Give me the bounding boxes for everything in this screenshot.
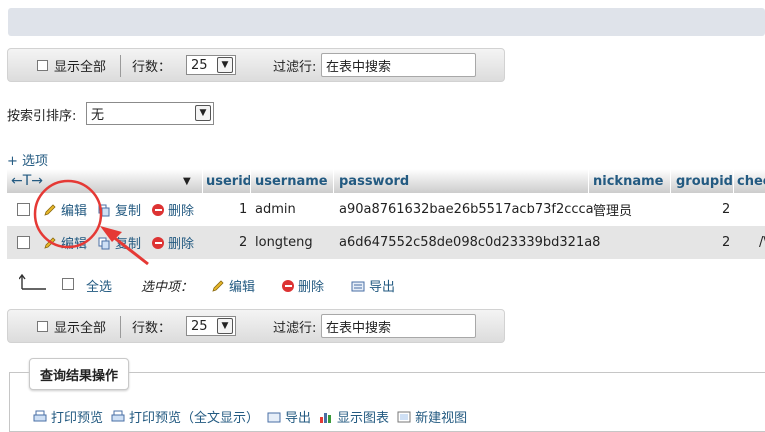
column-header-username[interactable]: username	[255, 169, 328, 193]
nav-separator	[120, 55, 121, 77]
table-header: ←T→ ▼ userid username password nickname …	[7, 169, 765, 193]
row-checkbox[interactable]	[17, 236, 30, 249]
show-all-label: 显示全部	[54, 59, 107, 75]
bulk-export-action[interactable]: 导出	[351, 276, 395, 295]
printer-icon	[33, 410, 47, 421]
options-link[interactable]: + 选项	[7, 150, 48, 169]
sort-label: 按索引排序:	[7, 108, 77, 124]
rows-label: 行数：	[132, 59, 172, 75]
top-strip	[0, 0, 765, 38]
show-all-checkbox[interactable]	[37, 59, 48, 71]
delete-icon	[152, 236, 164, 249]
column-header-password[interactable]: password	[339, 169, 409, 193]
show-all-control[interactable]: 显示全部	[37, 49, 106, 81]
delete-icon	[282, 279, 294, 292]
print-view-link[interactable]: 打印预览	[33, 407, 103, 426]
cell-username: admin	[255, 202, 296, 217]
delete-icon	[152, 203, 164, 216]
column-nav-arrows[interactable]: ←T→	[11, 169, 43, 193]
printer-icon	[111, 410, 125, 421]
filter-input[interactable]: 在表中搜索	[321, 314, 476, 338]
rows-label: 行数：	[132, 320, 172, 336]
view-icon	[397, 411, 411, 422]
filter-input[interactable]: 在表中搜索	[321, 53, 476, 77]
chart-icon	[320, 412, 332, 423]
query-operations-links: 打印预览 打印预览（全文显示） 导出 显示图表 新建视图	[33, 407, 467, 426]
show-all-label: 显示全部	[54, 320, 107, 336]
filter-label: 过滤行:	[273, 59, 317, 75]
cell-userid: 1	[239, 202, 248, 217]
column-header-nickname[interactable]: nickname	[593, 169, 663, 193]
copy-action[interactable]: 复制	[97, 226, 141, 259]
cell-nickname: 管理员	[593, 204, 633, 219]
delete-action[interactable]: 删除	[152, 226, 194, 259]
copy-action[interactable]: 复制	[97, 193, 141, 226]
column-header-chec[interactable]: chec	[737, 169, 765, 193]
table-row: 编辑 复制 删除 1 admin a90a8761632bae26b5517ac…	[7, 193, 765, 226]
arrow-up-icon	[18, 273, 47, 290]
column-header-groupid[interactable]: groupid	[676, 169, 733, 193]
table-row: 编辑 复制 删除 2 longteng a6d647552c58de098c0d…	[7, 226, 765, 259]
column-header-userid[interactable]: userid	[206, 169, 252, 193]
copy-icon	[98, 204, 110, 216]
pencil-icon	[44, 236, 56, 249]
sort-dropdown-icon[interactable]: ▼	[183, 169, 191, 193]
cell-groupid: 2	[722, 202, 731, 217]
rows-select[interactable]: 25 ▼	[186, 316, 236, 336]
print-view-full-link[interactable]: 打印预览（全文显示）	[111, 407, 259, 426]
export-icon	[267, 412, 281, 422]
select-all-link[interactable]: 全选	[86, 276, 112, 295]
export-link[interactable]: 导出	[267, 407, 311, 426]
show-all-checkbox[interactable]	[37, 320, 48, 332]
filter-label: 过滤行:	[273, 320, 317, 336]
cell-chec: /\	[759, 235, 765, 250]
top-bar	[8, 8, 765, 36]
cell-userid: 2	[239, 235, 248, 250]
table-navigation-bottom: 显示全部 行数： 25 ▼ 过滤行: 在表中搜索	[7, 309, 505, 343]
select-all-checkbox[interactable]	[62, 278, 74, 290]
cell-password: a90a8761632bae26b5517acb73f2ccca	[339, 202, 594, 217]
delete-action[interactable]: 删除	[152, 193, 194, 226]
pencil-icon	[212, 279, 224, 292]
with-selected-label: 选中项：	[141, 280, 194, 295]
row-checkbox[interactable]	[17, 203, 30, 216]
edit-action[interactable]: 编辑	[43, 193, 87, 226]
chevron-down-icon: ▼	[217, 318, 233, 334]
cell-password: a6d647552c58de098c0d23339bd321a8	[339, 235, 601, 250]
show-all-control[interactable]: 显示全部	[37, 310, 106, 342]
copy-icon	[98, 237, 110, 249]
chevron-down-icon: ▼	[195, 105, 211, 121]
query-operations-tab: 查询结果操作	[29, 358, 130, 390]
edit-action[interactable]: 编辑	[43, 226, 87, 259]
export-icon	[351, 281, 365, 291]
rows-select[interactable]: 25 ▼	[186, 55, 236, 75]
table-navigation-top: 显示全部 行数： 25 ▼ 过滤行: 在表中搜索	[7, 48, 505, 82]
bulk-edit-action[interactable]: 编辑	[211, 276, 255, 295]
pencil-icon	[44, 203, 56, 216]
show-chart-link[interactable]: 显示图表	[319, 407, 389, 426]
create-view-link[interactable]: 新建视图	[397, 407, 467, 426]
cell-username: longteng	[255, 235, 313, 250]
chevron-down-icon: ▼	[217, 57, 233, 73]
cell-groupid: 2	[722, 235, 731, 250]
nav-separator	[120, 316, 121, 338]
bulk-delete-action[interactable]: 删除	[282, 276, 324, 295]
sort-select[interactable]: 无 ▼	[86, 102, 214, 125]
